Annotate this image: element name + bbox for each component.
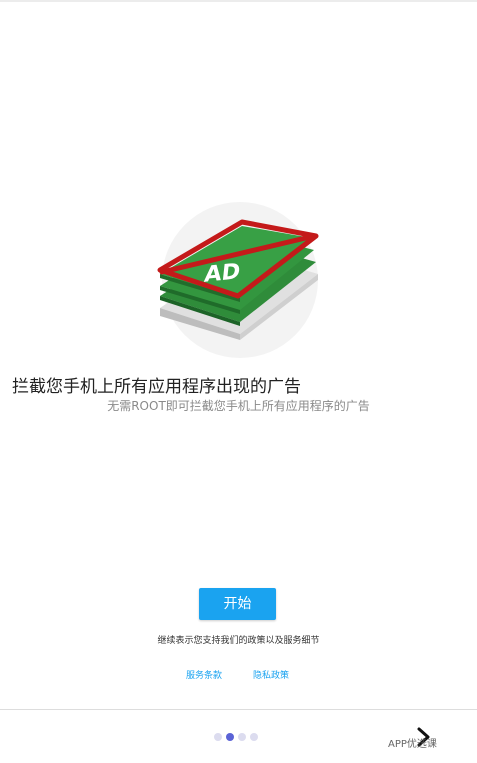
- page-indicator: [214, 733, 258, 741]
- page-dot-2-active[interactable]: [226, 733, 234, 741]
- onboarding-screen: AD 拦截您手机上所有应用程序出现的广告 无需ROOT即可拦截您手机上所有应用程…: [0, 0, 477, 763]
- page-dot-4[interactable]: [250, 733, 258, 741]
- page-dot-3[interactable]: [238, 733, 246, 741]
- subheadline: 无需ROOT即可拦截您手机上所有应用程序的广告: [107, 399, 370, 413]
- privacy-policy-link[interactable]: 隐私政策: [253, 668, 289, 681]
- page-dot-1[interactable]: [214, 733, 222, 741]
- top-divider: [0, 0, 477, 2]
- terms-of-service-link[interactable]: 服务条款: [186, 668, 222, 681]
- bottom-divider: [0, 709, 477, 710]
- ad-block-illustration: AD: [157, 202, 319, 358]
- headline: 拦截您手机上所有应用程序出现的广告: [12, 377, 301, 397]
- watermark-text: APP优选课: [388, 739, 437, 750]
- agreement-text: 继续表示您支持我们的政策以及服务细节: [157, 636, 320, 646]
- start-button[interactable]: 开始: [199, 588, 276, 620]
